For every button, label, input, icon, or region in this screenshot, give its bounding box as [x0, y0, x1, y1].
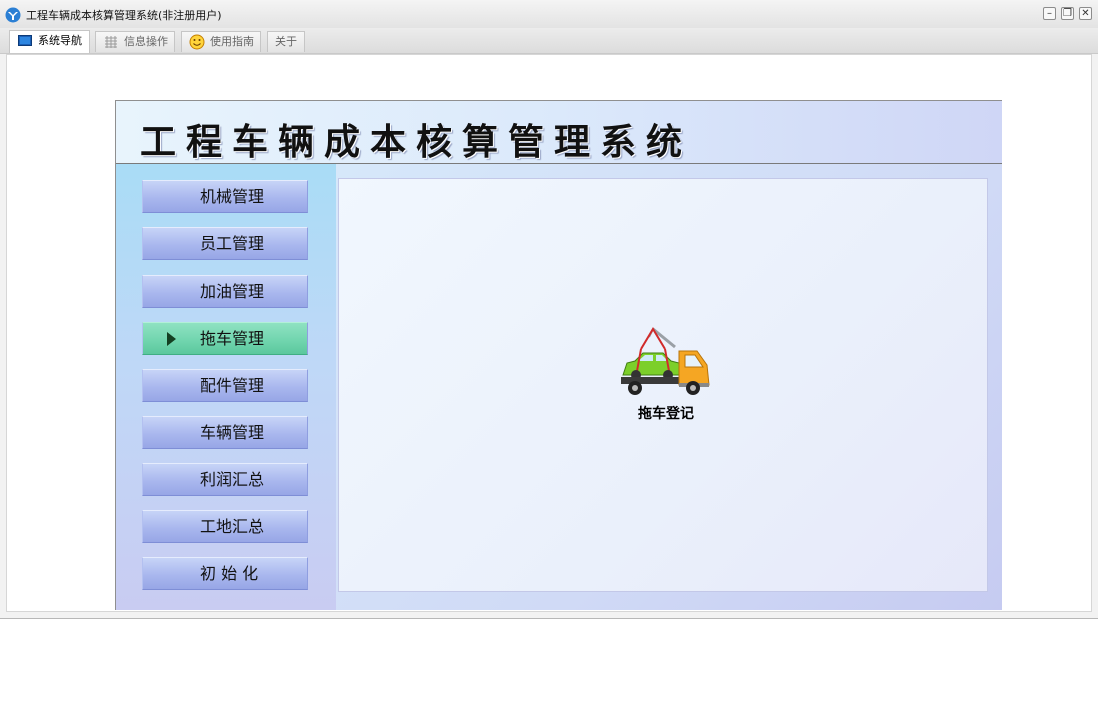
- window-title: 工程车辆成本核算管理系统(非注册用户): [26, 9, 222, 22]
- sidebar-item-vehicles[interactable]: 车辆管理: [142, 416, 308, 449]
- sidebar-item-label: 机械管理: [200, 187, 265, 206]
- sidebar-item-label: 初 始 化: [200, 564, 259, 583]
- tab-about[interactable]: 关于: [267, 31, 305, 52]
- tab-strip: 系统导航 信息操作 使用指南 关于: [0, 28, 1098, 54]
- app-window: 工程车辆成本核算管理系统(非注册用户) – ❐ ✕ 系统导航 信息操作 使用指南…: [0, 0, 1098, 619]
- tab-system-nav[interactable]: 系统导航: [9, 30, 90, 53]
- main-area: 拖车登记: [336, 164, 1002, 610]
- grid-icon: [105, 36, 117, 48]
- sidebar-item-label: 加油管理: [200, 282, 265, 301]
- tab-info-ops[interactable]: 信息操作: [95, 31, 175, 52]
- sidebar-item-machinery[interactable]: 机械管理: [142, 180, 308, 213]
- monitor-icon: [18, 35, 32, 46]
- tab-label: 关于: [275, 35, 297, 48]
- sidebar-item-staff[interactable]: 员工管理: [142, 227, 308, 260]
- tab-label: 使用指南: [210, 35, 254, 48]
- selected-arrow-icon: [167, 332, 176, 346]
- sidebar: 机械管理 员工管理 加油管理 拖车管理 配件管理 车辆管理 利润汇总 工地汇总 …: [116, 164, 336, 610]
- tab-label: 信息操作: [124, 35, 168, 48]
- tab-label: 系统导航: [38, 34, 82, 47]
- sidebar-item-parts[interactable]: 配件管理: [142, 369, 308, 402]
- nav-panel: 工程车辆成本核算管理系统 机械管理 员工管理 加油管理 拖车管理 配件管理 车辆…: [115, 100, 1002, 610]
- sidebar-item-label: 员工管理: [200, 234, 265, 253]
- sidebar-item-site-summary[interactable]: 工地汇总: [142, 510, 308, 543]
- app-logo-icon: [5, 7, 21, 23]
- close-button[interactable]: ✕: [1079, 7, 1092, 20]
- title-bar: 工程车辆成本核算管理系统(非注册用户) – ❐ ✕: [0, 0, 1098, 29]
- minimize-button[interactable]: –: [1043, 7, 1056, 20]
- sidebar-item-profit-summary[interactable]: 利润汇总: [142, 463, 308, 496]
- sidebar-item-label: 拖车管理: [200, 329, 265, 348]
- sidebar-item-initialize[interactable]: 初 始 化: [142, 557, 308, 590]
- system-title: 工程车辆成本核算管理系统: [140, 121, 693, 163]
- sidebar-item-label: 工地汇总: [200, 517, 265, 536]
- sidebar-item-label: 配件管理: [200, 376, 265, 395]
- restore-button[interactable]: ❐: [1061, 7, 1074, 20]
- function-panel: 拖车登记: [338, 178, 988, 592]
- sidebar-item-fuel[interactable]: 加油管理: [142, 275, 308, 308]
- tow-registration-label: 拖车登记: [638, 406, 694, 422]
- tow-truck-icon: [621, 327, 710, 395]
- banner: 工程车辆成本核算管理系统: [116, 101, 1002, 164]
- tab-user-guide[interactable]: 使用指南: [181, 31, 261, 52]
- sidebar-item-label: 利润汇总: [200, 470, 265, 489]
- sidebar-item-towing[interactable]: 拖车管理: [142, 322, 308, 355]
- tow-registration-button[interactable]: 拖车登记: [619, 327, 715, 427]
- sidebar-item-label: 车辆管理: [200, 423, 265, 442]
- smiley-icon: [189, 34, 205, 50]
